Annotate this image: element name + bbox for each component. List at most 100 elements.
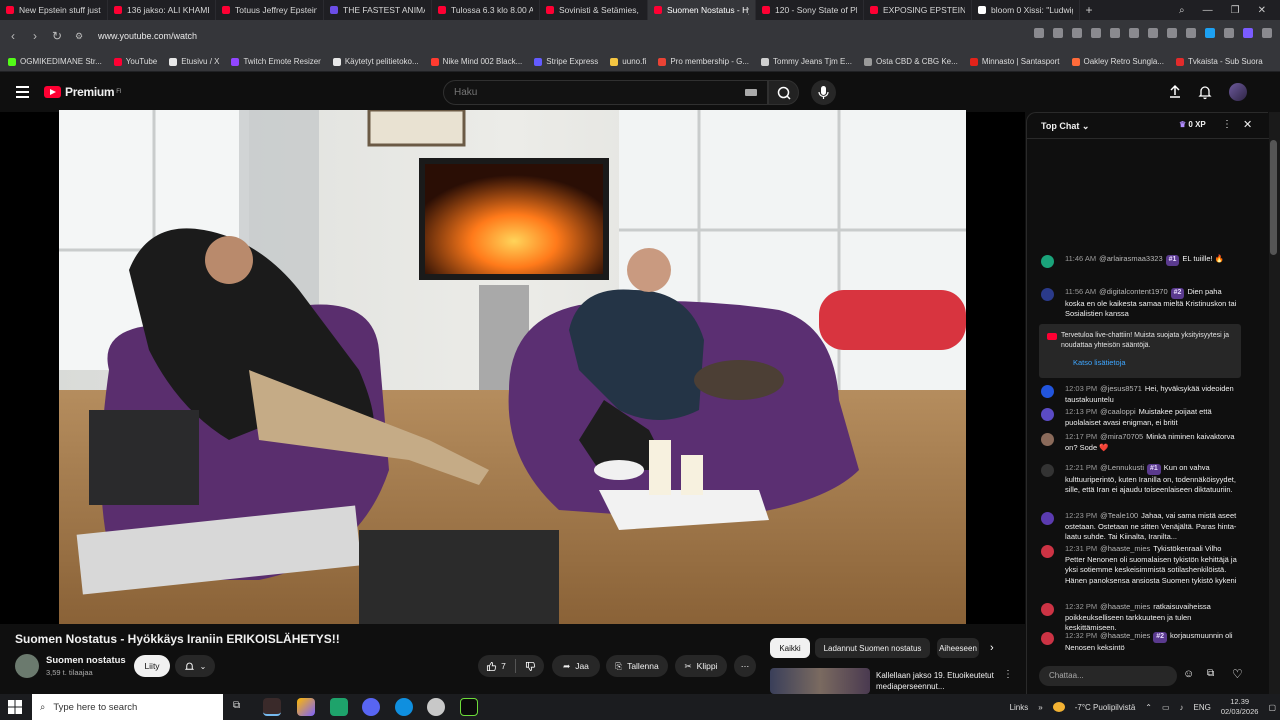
- chat-message[interactable]: 12:31 PM @haaste_mies Tykistökenraali Vilh…: [1041, 544, 1241, 586]
- bookmark-item[interactable]: uuno.fi: [610, 57, 646, 66]
- thumbs-down-icon[interactable]: [525, 661, 536, 672]
- search-tabs-icon[interactable]: ⌕: [1179, 5, 1185, 16]
- edge-icon[interactable]: [395, 698, 413, 716]
- opera-icon[interactable]: [263, 698, 281, 716]
- close-window-icon[interactable]: ✕: [1258, 5, 1266, 16]
- taskbar-search[interactable]: ⌕ Type here to search: [32, 694, 223, 720]
- bookmark-item[interactable]: Pro membership - G...: [658, 57, 749, 66]
- volume-icon[interactable]: ♪: [1180, 703, 1184, 712]
- extension-icon[interactable]: [1110, 28, 1120, 38]
- account-avatar[interactable]: [1229, 83, 1247, 101]
- extension-icon[interactable]: [1167, 28, 1177, 38]
- bookmark-item[interactable]: Twitch Emote Resizer: [231, 57, 321, 66]
- chat-message[interactable]: 12:13 PM @caaloppi Muistakee poijaat että …: [1041, 407, 1241, 428]
- chevron-up-icon[interactable]: ⌃: [1145, 703, 1152, 712]
- chat-menu-icon[interactable]: ⋮: [1222, 119, 1232, 130]
- chat-author[interactable]: @jesus8571: [1100, 384, 1142, 393]
- chat-avatar[interactable]: [1041, 632, 1054, 645]
- extension-icon[interactable]: [1243, 28, 1253, 38]
- chat-author[interactable]: @digitalcontent1970: [1099, 287, 1168, 296]
- bookmark-item[interactable]: Minnasto | Santasport: [969, 57, 1060, 66]
- extension-icon[interactable]: [1072, 28, 1082, 38]
- extension-icon[interactable]: [1186, 28, 1196, 38]
- windows-start-icon[interactable]: [8, 700, 22, 714]
- chat-avatar[interactable]: [1041, 512, 1054, 525]
- channel-avatar[interactable]: [15, 654, 39, 678]
- app-icon[interactable]: [427, 698, 445, 716]
- back-icon[interactable]: ‹: [2, 29, 24, 43]
- chat-message[interactable]: 12:03 PM @jesus8571 Hei, hyväksykää videoi…: [1041, 384, 1241, 405]
- channel-name[interactable]: Suomen nostatus: [46, 655, 126, 666]
- ai-icon[interactable]: [1262, 28, 1272, 38]
- heart-icon[interactable]: ♡: [1232, 667, 1243, 681]
- subscription-bell-button[interactable]: ⌄: [175, 655, 215, 677]
- maximize-icon[interactable]: ❐: [1231, 5, 1240, 16]
- menu-icon[interactable]: [16, 86, 29, 101]
- browser-tab[interactable]: bloom 0 Xissi: "Ludwig: [972, 0, 1080, 20]
- search-input[interactable]: [444, 81, 734, 104]
- language-indicator[interactable]: ENG: [1194, 703, 1211, 712]
- chip-all[interactable]: Kaikki: [770, 638, 810, 658]
- chat-message[interactable]: 11:46 AM @arlairasmaa3323 #1 EL tuiille! 🔥: [1041, 254, 1241, 268]
- video-frame[interactable]: [59, 110, 966, 624]
- chat-avatar[interactable]: [1041, 545, 1054, 558]
- share-button[interactable]: ➦ Jaa: [552, 655, 600, 677]
- chip-channel[interactable]: Ladannut Suomen nostatus: [815, 638, 930, 658]
- close-chat-icon[interactable]: ✕: [1243, 118, 1252, 131]
- extension-icon[interactable]: [1053, 28, 1063, 38]
- app-icon[interactable]: [330, 698, 348, 716]
- scrollbar-thumb[interactable]: [1270, 140, 1277, 255]
- bookmark-item[interactable]: Osta CBD & CBG Ke...: [864, 57, 958, 66]
- reload-icon[interactable]: ↻: [46, 29, 68, 43]
- browser-tab[interactable]: Sovinisti & Setämies, jak: [540, 0, 648, 20]
- extension-icon[interactable]: [1224, 28, 1234, 38]
- chat-message[interactable]: 12:32 PM @haaste_mies ratkaisuvaiheissa po…: [1041, 602, 1241, 634]
- chat-author[interactable]: @caaloppi: [1100, 407, 1136, 416]
- chat-avatar[interactable]: [1041, 408, 1054, 421]
- learn-more-link[interactable]: Katso lisätietoja: [1073, 358, 1126, 367]
- youtube-logo[interactable]: Premium FI: [44, 85, 122, 99]
- site-info-icon[interactable]: ⚙: [68, 31, 90, 42]
- chat-message[interactable]: 11:56 AM @digitalcontent1970 #2 Dien paha k…: [1041, 287, 1241, 320]
- recommended-thumbnail[interactable]: [770, 668, 870, 694]
- like-button[interactable]: 7: [486, 661, 506, 672]
- chat-avatar[interactable]: [1041, 603, 1054, 616]
- browser-tab[interactable]: New Epstein stuff just dr: [0, 0, 108, 20]
- task-view-icon[interactable]: ⧉: [233, 700, 240, 711]
- browser-tab[interactable]: 120 - Sony State of Play 2: [756, 0, 864, 20]
- extension-icon[interactable]: [1129, 28, 1139, 38]
- app-icon[interactable]: [460, 698, 478, 716]
- notifications-icon[interactable]: [1197, 84, 1213, 100]
- bookmark-item[interactable]: Oakley Retro Sungla...: [1071, 57, 1164, 66]
- chat-author[interactable]: @haaste_mies: [1100, 544, 1150, 553]
- weather-text[interactable]: -7°C Puolipilvistä: [1075, 703, 1136, 712]
- url-field[interactable]: www.youtube.com/watch: [98, 31, 197, 41]
- chat-author[interactable]: @arlairasmaa3323: [1099, 254, 1162, 263]
- chat-avatar[interactable]: [1041, 255, 1054, 268]
- chat-message[interactable]: 12:23 PM @Teale100 Jahaa, vai sama mistä a…: [1041, 511, 1241, 543]
- bookmark-item[interactable]: Etusivu / X: [169, 57, 219, 66]
- more-actions-button[interactable]: ⋯: [734, 655, 756, 677]
- recommended-menu-icon[interactable]: ⋮: [1003, 669, 1013, 680]
- video-player[interactable]: [0, 110, 1025, 624]
- chat-author[interactable]: @haaste_mies: [1100, 602, 1150, 611]
- chat-mode-dropdown[interactable]: Top Chat ⌄: [1041, 121, 1089, 132]
- xp-badge[interactable]: ♛ 0 XP: [1179, 120, 1206, 129]
- browser-tab[interactable]: Suomen Nostatus - Hy: [648, 0, 756, 20]
- browser-tab[interactable]: Tulossa 6.3 klo 8.00 Alek: [432, 0, 540, 20]
- chat-message[interactable]: 12:32 PM @haaste_mies #2 korjausmuunnin oli…: [1041, 631, 1241, 653]
- save-button[interactable]: ⎘ Tallenna: [606, 655, 668, 677]
- chat-author[interactable]: @Lennukusti: [1100, 463, 1144, 472]
- super-chat-icon[interactable]: ⧉: [1207, 668, 1214, 679]
- chat-author[interactable]: @mira70705: [1100, 432, 1143, 441]
- forward-icon[interactable]: ›: [24, 29, 46, 43]
- network-icon[interactable]: ▭: [1162, 703, 1170, 712]
- chat-avatar[interactable]: [1041, 433, 1054, 446]
- chat-message[interactable]: 12:21 PM @Lennukusti #1 Kun on vahva kulttu…: [1041, 463, 1241, 496]
- voice-search-button[interactable]: [811, 80, 836, 105]
- bookmark-item[interactable]: Stripe Express: [534, 57, 598, 66]
- bookmark-item[interactable]: Tvkaista - Sub Suora: [1175, 57, 1263, 66]
- extension-icon[interactable]: [1034, 28, 1044, 38]
- discord-icon[interactable]: [362, 698, 380, 716]
- keyboard-icon[interactable]: [745, 89, 757, 96]
